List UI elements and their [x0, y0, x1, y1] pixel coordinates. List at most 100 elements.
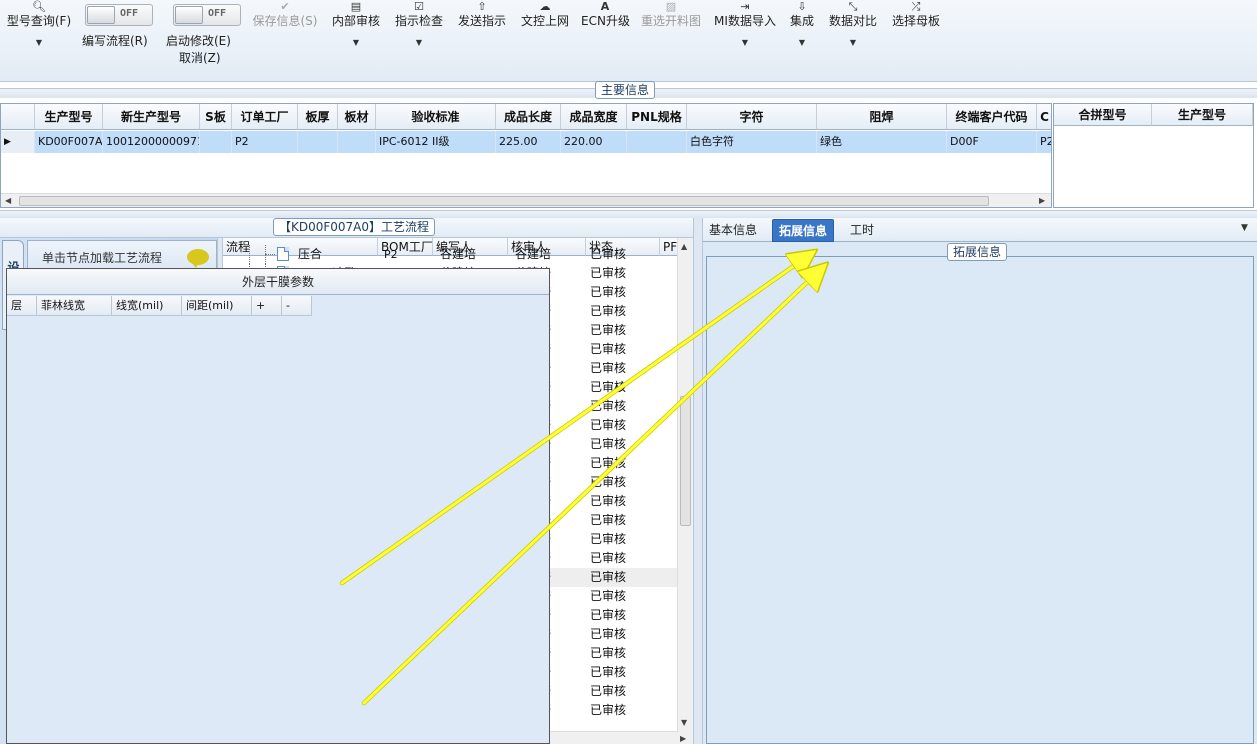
col-header[interactable]: 板厚 — [298, 104, 338, 130]
send-instruction-button[interactable]: ⇧ 发送指示 — [456, 0, 508, 28]
print-icon: ▤ — [350, 0, 362, 13]
scroll-right-icon[interactable]: ▶ — [680, 732, 686, 744]
select-master-button[interactable]: ⤮ 选择母板 — [890, 0, 942, 28]
col-header[interactable]: S板 — [200, 104, 232, 130]
upload-icon: ⇧ — [477, 0, 487, 13]
col-header[interactable]: 阻焊 — [817, 104, 947, 130]
check-icon: ✔ — [280, 0, 290, 13]
right-splitter[interactable] — [693, 218, 703, 744]
col-header[interactable]: 生产型号 — [35, 104, 103, 130]
table-cell[interactable]: P2 — [1037, 131, 1051, 153]
outer-dryfilm-params: 外层干膜参数 层 菲林线宽 线宽(mil) 间距(mil) + - — [6, 268, 550, 744]
tab-extended-info[interactable]: 拓展信息 — [772, 219, 835, 242]
integrate-button[interactable]: ⇩ 集成 ▼ — [788, 0, 816, 47]
col-header[interactable]: 菲林线宽 — [37, 296, 112, 316]
col-header[interactable]: 间距(mil) — [182, 296, 252, 316]
table-cell[interactable]: KD00F007A0 — [35, 131, 103, 153]
reselect-chart-button[interactable]: ▨ 重选开料图 — [639, 0, 703, 28]
table-cell[interactable]: D00F — [947, 131, 1037, 153]
status: 已审核 — [590, 437, 627, 451]
document-icon — [277, 247, 289, 261]
row-indicator-icon[interactable]: ▶ — [1, 131, 35, 153]
table-cell[interactable] — [200, 131, 232, 153]
status: 已审核 — [590, 266, 627, 280]
col-header[interactable]: 成品长度 — [496, 104, 561, 130]
detail-panel: 基本信息 拓展信息 工时 ▼ 拓展信息 — [703, 218, 1257, 744]
table-cell[interactable]: 220.00 — [561, 131, 627, 153]
status: 已审核 — [590, 475, 627, 489]
table-cell[interactable]: P2 — [232, 131, 298, 153]
tree-node-label: 压合 — [298, 247, 323, 261]
status: 已审核 — [590, 608, 627, 622]
scroll-down-icon[interactable]: ▼ — [681, 716, 687, 730]
col-header[interactable]: 订单工厂 — [232, 104, 298, 130]
col-header[interactable]: 线宽(mil) — [112, 296, 182, 316]
checkbox-icon: ☑ — [414, 0, 424, 13]
data-compare-button[interactable]: ⤡ 数据对比 ▼ — [827, 0, 879, 47]
status: 已审核 — [590, 323, 627, 337]
start-modify-toggle[interactable]: OFF — [173, 4, 241, 26]
tree-vscrollbar[interactable]: ▲ ▼ — [677, 238, 693, 732]
main-grid-hscrollbar[interactable]: ◀ ▶ — [1, 193, 1051, 207]
table-cell[interactable] — [338, 131, 376, 153]
table-cell[interactable]: 10012000000971 — [103, 131, 200, 153]
chevron-down-icon: ▼ — [352, 38, 360, 47]
comment-icon[interactable] — [187, 249, 209, 268]
scroll-right-icon[interactable]: ▶ — [1039, 194, 1045, 207]
status: 已审核 — [590, 703, 627, 717]
query-button[interactable]: 🔍︎ 型号查询(F) ▼ — [4, 0, 74, 47]
save-info-button[interactable]: ✔ 保存信息(S) — [250, 0, 320, 28]
table-cell[interactable]: IPC-6012 II级 — [376, 131, 496, 153]
combine-grid: 合拼型号 生产型号 — [1053, 103, 1254, 208]
upload-doc-button[interactable]: ☁ 文控上网 — [519, 0, 571, 28]
table-cell[interactable] — [627, 131, 687, 153]
compress-icon: ⤡ — [848, 0, 858, 13]
edit-flow-toggle[interactable]: OFF — [85, 4, 153, 26]
table-cell[interactable]: 白色字符 — [687, 131, 817, 153]
status: 已审核 — [590, 456, 627, 470]
status: 已审核 — [590, 570, 627, 584]
bom-factory: P2 — [384, 248, 398, 261]
status: 已审核 — [590, 513, 627, 527]
flow-bar — [0, 210, 1257, 218]
col-header[interactable]: 层 — [7, 296, 37, 316]
status: 已审核 — [590, 494, 627, 508]
table-cell[interactable]: 225.00 — [496, 131, 561, 153]
detail-tabs: 基本信息 拓展信息 工时 ▼ — [703, 218, 1257, 242]
add-row-button[interactable]: + — [252, 296, 282, 316]
tab-work-hours[interactable]: 工时 — [844, 219, 880, 242]
col-header[interactable]: 板材 — [338, 104, 376, 130]
scroll-left-icon[interactable]: ◀ — [5, 194, 11, 207]
tab-basic-info[interactable]: 基本信息 — [703, 219, 763, 242]
check-instruction-button[interactable]: ☑ 指示检查 ▼ — [393, 0, 445, 47]
cancel-button[interactable]: 取消(Z) — [179, 49, 221, 66]
ecn-upgrade-button[interactable]: A ECN升级 — [581, 0, 630, 28]
chevron-down-icon: ▼ — [415, 38, 423, 47]
shuffle-icon: ⤮ — [911, 0, 921, 13]
status: 已审核 — [590, 380, 627, 394]
tree-row[interactable]: 压合 P2 谷建培 谷建培 已审核 — [223, 245, 679, 264]
table-cell[interactable]: 绿色 — [817, 131, 947, 153]
col-header[interactable]: 成品宽度 — [561, 104, 627, 130]
mi-import-button[interactable]: ⇥ MI数据导入 ▼ — [713, 0, 777, 47]
toolbar: 🔍︎ 型号查询(F) ▼ OFF 编写流程(R) OFF 启动修改(E) 取消(… — [0, 0, 1257, 82]
chevron-down-icon[interactable]: ▼ — [1241, 223, 1248, 233]
col-header[interactable]: 生产型号 — [1152, 104, 1253, 126]
col-header[interactable]: C — [1037, 104, 1051, 130]
chevron-down-icon: ▼ — [798, 38, 806, 47]
image-icon: ▨ — [665, 0, 677, 13]
scroll-up-icon[interactable]: ▲ — [681, 240, 687, 254]
col-header[interactable]: 新生产型号 — [103, 104, 200, 130]
remove-row-button[interactable]: - — [282, 296, 312, 316]
col-header[interactable]: 终端客户代码 — [947, 104, 1037, 130]
chevron-down-icon: ▼ — [35, 38, 43, 47]
table-cell[interactable] — [298, 131, 338, 153]
status: 已审核 — [590, 399, 627, 413]
col-header[interactable]: 合拼型号 — [1054, 104, 1152, 126]
col-header[interactable]: 验收标准 — [376, 104, 496, 130]
col-header[interactable]: PNL规格 — [627, 104, 687, 130]
cloud-upload-icon: ☁ — [539, 0, 551, 13]
col-header[interactable]: 字符 — [687, 104, 817, 130]
internal-review-button[interactable]: ▤ 内部审核 ▼ — [330, 0, 382, 47]
status: 已审核 — [590, 285, 627, 299]
